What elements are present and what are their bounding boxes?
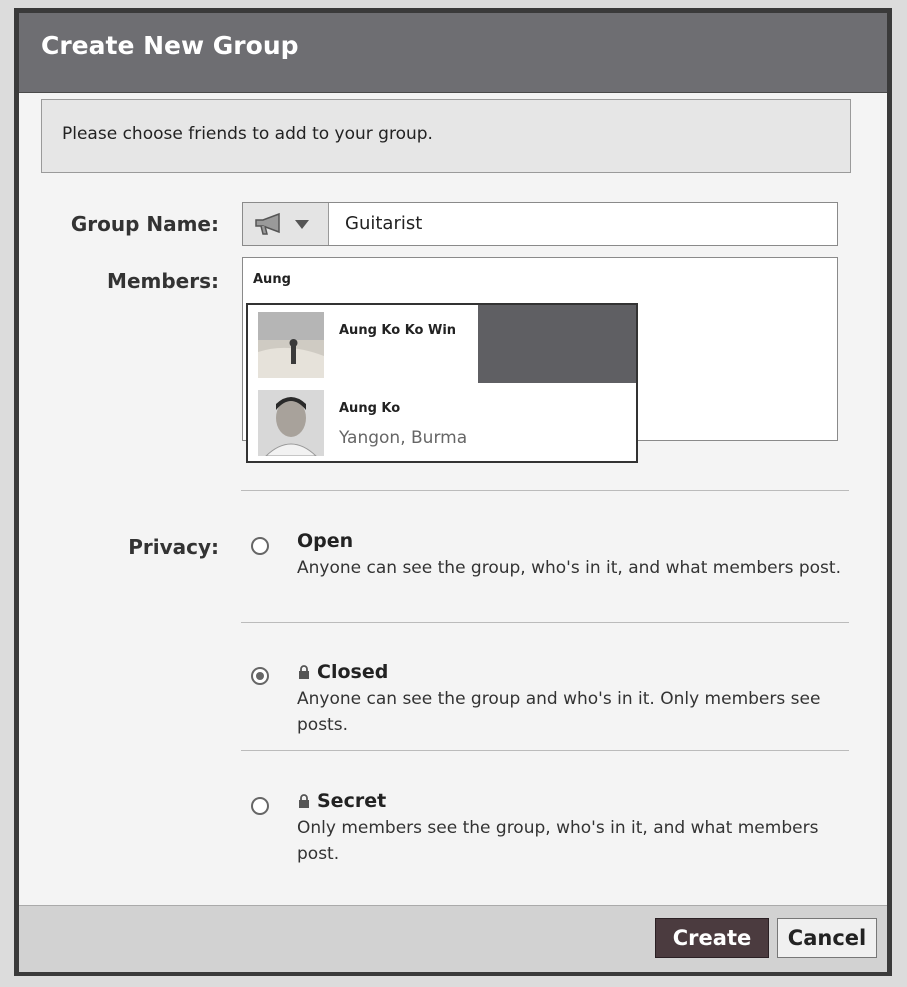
privacy-open-desc: Anyone can see the group, who's in it, a… <box>297 558 841 578</box>
divider <box>241 750 849 751</box>
create-button[interactable]: Create <box>655 918 769 958</box>
selection-highlight <box>478 305 636 383</box>
create-group-dialog: Create New Group Please choose friends t… <box>14 8 892 976</box>
privacy-label: Privacy: <box>128 535 219 559</box>
lock-icon <box>299 794 309 808</box>
privacy-secret-desc: Only members see the group, who's in it,… <box>297 818 819 864</box>
avatar <box>258 312 324 378</box>
privacy-closed-radio[interactable] <box>251 667 269 685</box>
suggestion-name: Aung Ko Ko Win <box>339 323 457 338</box>
group-icon-picker[interactable] <box>243 203 329 245</box>
privacy-secret-title: Secret <box>297 790 386 812</box>
lock-icon <box>299 665 309 679</box>
chevron-down-icon <box>295 220 309 229</box>
privacy-secret-label: Secret <box>317 790 387 812</box>
dialog-title: Create New Group <box>41 31 299 60</box>
member-suggestions: Aung Ko Ko Win Aung Ko Yangon, Burma <box>246 303 638 463</box>
dialog-footer: Create Cancel <box>19 905 887 972</box>
privacy-secret-radio[interactable] <box>251 797 269 815</box>
divider <box>241 490 849 491</box>
avatar <box>258 390 324 456</box>
privacy-closed-desc: Anyone can see the group and who's in it… <box>297 689 821 735</box>
dialog-titlebar: Create New Group <box>19 13 887 93</box>
suggestion-name: Aung Ko <box>339 401 401 416</box>
group-name-value: Guitarist <box>345 213 423 234</box>
megaphone-icon <box>255 212 280 235</box>
privacy-open-title: Open <box>297 530 354 552</box>
suggestion-item[interactable]: Aung Ko Ko Win <box>248 305 636 383</box>
privacy-closed-label: Closed <box>317 661 389 683</box>
suggestion-item[interactable]: Aung Ko Yangon, Burma <box>248 383 636 461</box>
info-banner: Please choose friends to add to your gro… <box>41 99 851 173</box>
cancel-button[interactable]: Cancel <box>777 918 877 958</box>
privacy-closed-title: Closed <box>297 661 388 683</box>
members-label: Members: <box>107 269 219 293</box>
suggestion-location: Yangon, Burma <box>339 428 468 448</box>
members-typed-text: Aung <box>253 272 291 287</box>
group-name-label: Group Name: <box>70 212 219 236</box>
group-name-field[interactable]: Guitarist <box>242 202 838 246</box>
privacy-open-radio[interactable] <box>251 537 269 555</box>
divider <box>241 622 849 623</box>
